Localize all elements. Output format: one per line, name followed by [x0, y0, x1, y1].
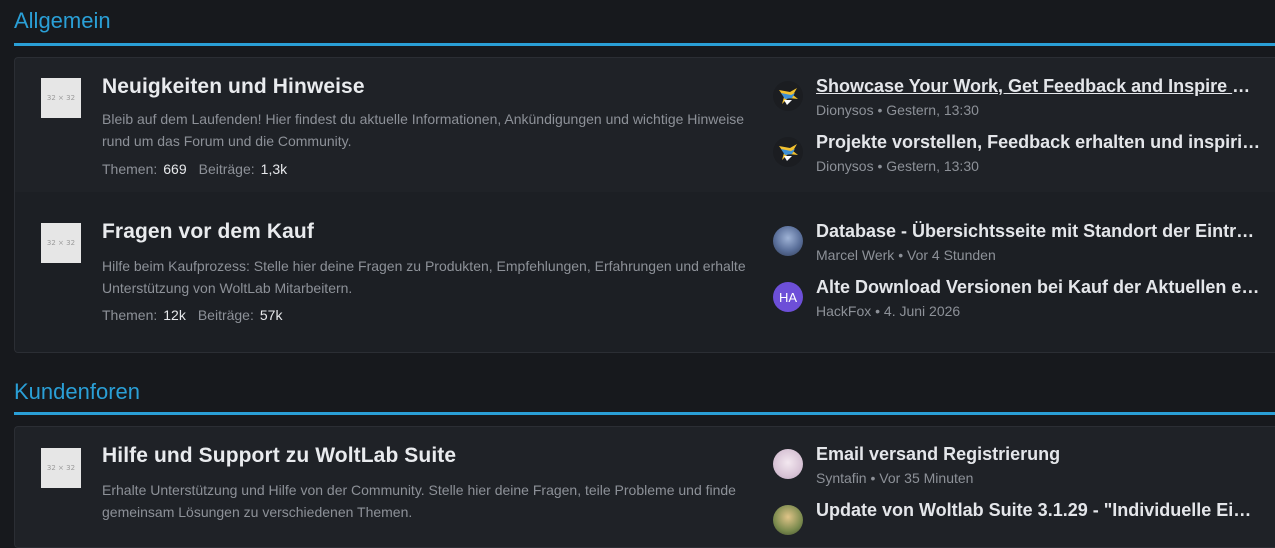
meta-separator: • [877, 158, 883, 174]
board-stats: Themen: 669 Beiträge: 1,3k [102, 161, 299, 177]
meta-separator: • [870, 470, 876, 486]
last-post-item[interactable]: Update von Woltlab Suite 3.1.29 - "Indiv… [773, 500, 1275, 546]
last-post-title[interactable]: Update von Woltlab Suite 3.1.29 - "Indiv… [816, 500, 1261, 521]
board-description: Hilfe beim Kaufprozess: Stelle hier dein… [102, 258, 746, 296]
last-post-author[interactable]: Syntafin [816, 470, 867, 486]
board-row-hilfe-support: 32 × 32 Hilfe und Support zu WoltLab Sui… [15, 427, 1275, 547]
last-post-author[interactable]: HackFox [816, 303, 871, 319]
last-post-item[interactable]: Email versand Registrierung Syntafin • V… [773, 444, 1275, 490]
user-avatar-photo[interactable] [773, 226, 803, 256]
last-post-time[interactable]: Gestern, 13:30 [886, 158, 979, 174]
stats-themes-label: Themen: [102, 161, 158, 177]
stats-themes-value: 669 [163, 161, 187, 177]
board-description: Bleib auf dem Laufenden! Hier findest du… [102, 111, 745, 149]
section-title-allgemein[interactable]: Allgemein [14, 8, 111, 34]
board-list-allgemein: 32 × 32 Neuigkeiten und Hinweise Bleib a… [14, 57, 1275, 353]
stats-themes-value: 12k [163, 307, 186, 323]
last-post-time[interactable]: Gestern, 13:30 [886, 102, 979, 118]
user-avatar-anime[interactable] [773, 449, 803, 479]
last-post-time[interactable]: Vor 35 Minuten [879, 470, 973, 486]
section-divider [14, 43, 1275, 46]
meta-separator: • [898, 247, 904, 263]
board-description: Erhalte Unterstützung und Hilfe von der … [102, 482, 736, 520]
last-post-title[interactable]: Database - Übersichtsseite mit Standort … [816, 221, 1261, 242]
board-icon-placeholder: 32 × 32 [41, 78, 81, 118]
meta-separator: • [877, 102, 883, 118]
user-avatar-initials[interactable]: HA [773, 282, 803, 312]
last-post-title[interactable]: Email versand Registrierung [816, 444, 1261, 465]
bird-logo-icon[interactable] [773, 137, 803, 167]
last-post-author[interactable]: Marcel Werk [816, 247, 894, 263]
stats-posts-value: 57k [259, 307, 283, 323]
last-post-time[interactable]: Vor 4 Stunden [907, 247, 996, 263]
board-stats: Themen: 12k Beiträge: 57k [102, 307, 294, 323]
last-post-item[interactable]: Showcase Your Work, Get Feedback and Ins… [773, 76, 1275, 122]
last-post-meta: Syntafin • Vor 35 Minuten [816, 470, 973, 486]
last-post-title[interactable]: Showcase Your Work, Get Feedback and Ins… [816, 76, 1261, 97]
board-list-kundenforen: 32 × 32 Hilfe und Support zu WoltLab Sui… [14, 426, 1275, 548]
last-post-meta: Dionysos • Gestern, 13:30 [816, 158, 979, 174]
last-post-item[interactable]: Database - Übersichtsseite mit Standort … [773, 221, 1275, 267]
last-post-title[interactable]: Alte Download Versionen bei Kauf der Akt… [816, 277, 1261, 298]
stats-posts-value: 1,3k [260, 161, 288, 177]
board-icon-placeholder: 32 × 32 [41, 223, 81, 263]
board-row-fragen: 32 × 32 Fragen vor dem Kauf Hilfe beim K… [15, 192, 1275, 352]
user-avatar-photo[interactable] [773, 505, 803, 535]
stats-posts-label: Beiträge: [198, 161, 255, 177]
last-post-author[interactable]: Dionysos [816, 158, 874, 174]
board-title-hilfe-support[interactable]: Hilfe und Support zu WoltLab Suite [102, 444, 456, 468]
board-icon-placeholder: 32 × 32 [41, 448, 81, 488]
board-title-neuigkeiten[interactable]: Neuigkeiten und Hinweise [102, 75, 365, 99]
last-post-time[interactable]: 4. Juni 2026 [884, 303, 960, 319]
last-post-title[interactable]: Projekte vorstellen, Feedback erhalten u… [816, 132, 1261, 153]
board-row-neuigkeiten: 32 × 32 Neuigkeiten und Hinweise Bleib a… [15, 58, 1275, 192]
section-divider [14, 412, 1275, 415]
board-title-fragen[interactable]: Fragen vor dem Kauf [102, 220, 314, 244]
last-post-meta: HackFox • 4. Juni 2026 [816, 303, 960, 319]
bird-logo-icon[interactable] [773, 81, 803, 111]
section-title-kundenforen[interactable]: Kundenforen [14, 379, 140, 405]
stats-themes-label: Themen: [102, 307, 158, 323]
stats-posts-label: Beiträge: [197, 307, 254, 323]
last-post-author[interactable]: Dionysos [816, 102, 874, 118]
last-post-item[interactable]: Projekte vorstellen, Feedback erhalten u… [773, 132, 1275, 178]
last-post-meta: Dionysos • Gestern, 13:30 [816, 102, 979, 118]
last-post-meta: Marcel Werk • Vor 4 Stunden [816, 247, 996, 263]
meta-separator: • [875, 303, 881, 319]
last-post-item[interactable]: HA Alte Download Versionen bei Kauf der … [773, 277, 1275, 323]
